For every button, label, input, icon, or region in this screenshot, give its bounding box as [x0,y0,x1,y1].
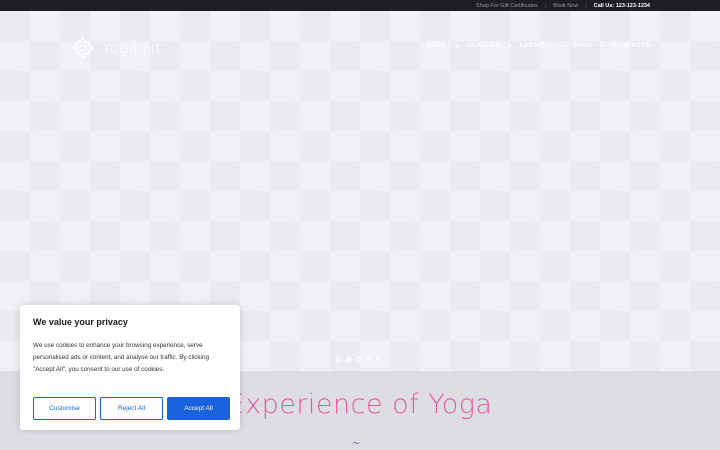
nav-contacts[interactable]: CONTACTS [612,42,650,49]
slider-dot[interactable] [336,357,341,362]
nav-dot [508,44,511,47]
nav-home[interactable]: HOME [426,42,447,49]
slider-dot[interactable] [356,357,361,362]
nav-dot [600,44,603,47]
slider-dot-active[interactable] [346,357,351,362]
top-bar: Shop For Gift Certificates | Book Now | … [0,0,720,11]
gift-certificates-link[interactable]: Shop For Gift Certificates [476,3,538,9]
topbar-separator: | [544,2,547,9]
wave-divider-icon: ~ [352,435,361,450]
logo[interactable]: Yoga Fit [70,35,161,61]
accept-all-button[interactable]: Accept All [167,397,230,420]
customise-button[interactable]: Customise [33,397,96,420]
nav-dot [455,44,458,47]
nav-layouts[interactable]: LAYOUTS [520,42,553,49]
topbar-separator: | [585,2,587,9]
logo-text: Yoga Fit [102,39,162,57]
lotus-logo-icon [72,37,94,59]
slider-pagination [336,357,379,362]
slider-dot[interactable] [366,357,371,362]
book-now-link[interactable]: Book Now [553,3,578,9]
nav-classes[interactable]: CLASSES [467,42,500,49]
cookie-consent-banner: We value your privacy We use cookies to … [20,305,240,430]
reject-all-button[interactable]: Reject All [100,397,163,420]
nav-shop[interactable]: SHOP [572,42,592,49]
cookie-buttons: Customise Reject All Accept All [33,397,230,420]
cookie-title: We value your privacy [33,317,128,327]
main-nav: HOME CLASSES LAYOUTS SHOP CONTACTS [426,42,650,49]
cookie-description: We use cookies to enhance your browsing … [33,342,209,373]
nav-dot [561,44,564,47]
slider-dot[interactable] [376,358,379,361]
call-us-text: Call Us: 123-123-1234 [593,2,650,9]
